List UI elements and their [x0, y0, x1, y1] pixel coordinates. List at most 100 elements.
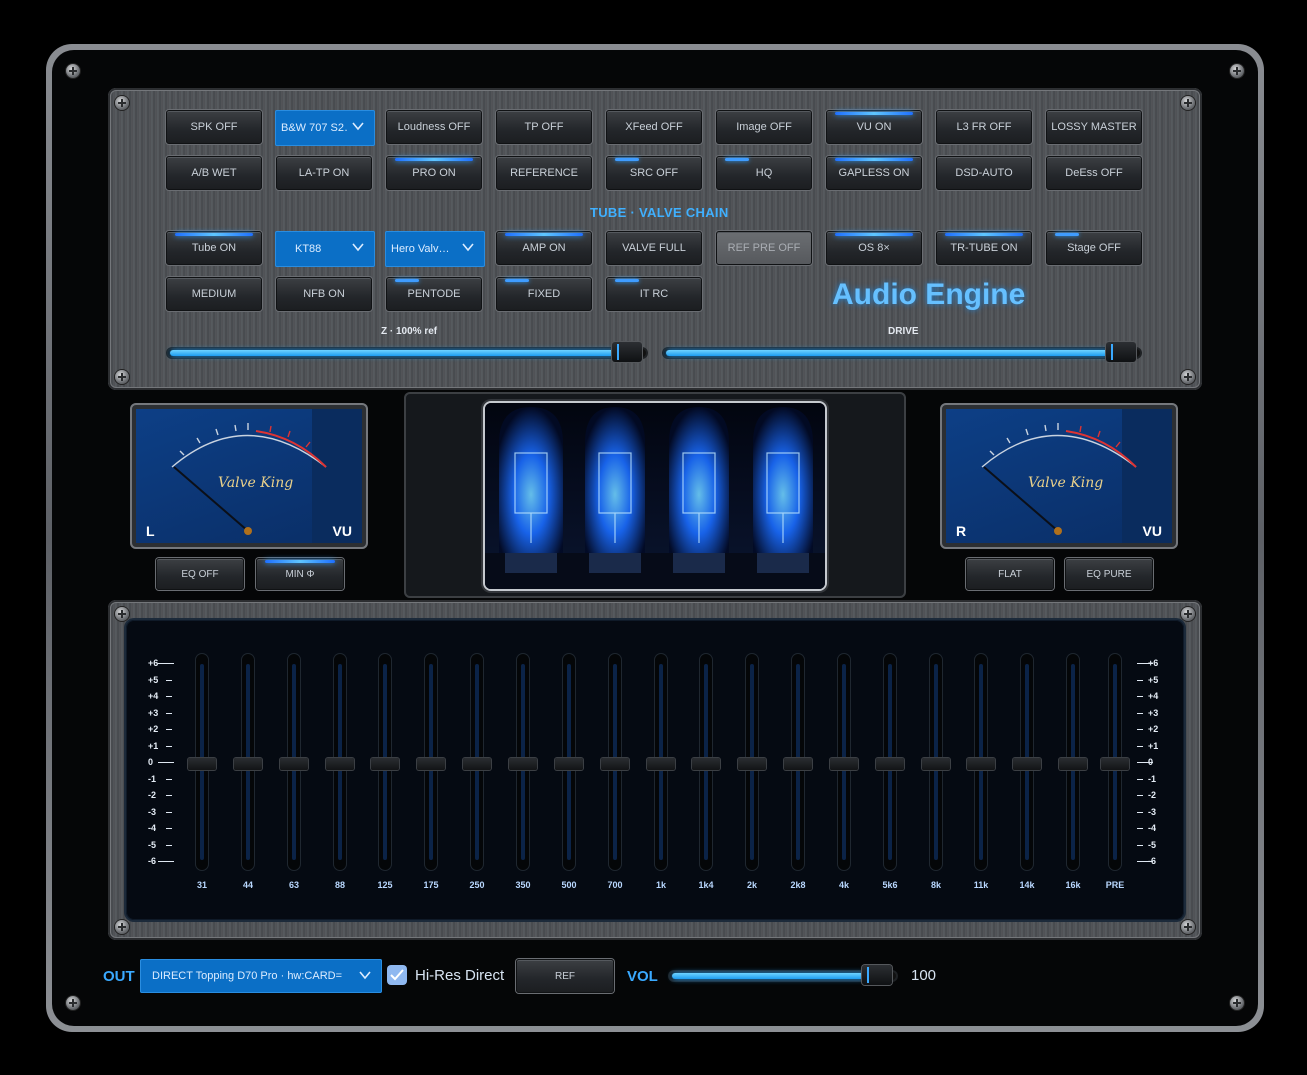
dsd-auto-button[interactable]: DSD-AUTO	[936, 156, 1032, 190]
deess-button[interactable]: DeEss OFF	[1046, 156, 1142, 190]
vu-button[interactable]: VU ON	[826, 110, 922, 144]
eq-band-label: 4k	[838, 880, 849, 890]
lossy-master-button[interactable]: LOSSY MASTER	[1046, 110, 1142, 144]
medium-button[interactable]: MEDIUM	[166, 277, 262, 311]
eq-scale-label: +5	[1148, 674, 1159, 685]
eq-band-label: 44	[242, 880, 253, 890]
eq-fader-handle[interactable]	[371, 758, 399, 770]
eq-fader-handle[interactable]	[1101, 758, 1129, 770]
screw-icon	[1230, 64, 1244, 78]
gapless-button[interactable]: GAPLESS ON	[826, 156, 922, 190]
eq-scale-tick	[1137, 811, 1143, 813]
hires-label: Hi-Res Direct	[415, 967, 505, 984]
eq-fader-handle[interactable]	[784, 758, 812, 770]
amp-button[interactable]: AMP ON	[496, 231, 592, 265]
valve-full-button[interactable]: VALVE FULL	[606, 231, 702, 265]
eq-fader-handle[interactable]	[1059, 758, 1087, 770]
tube-type-select[interactable]: KT88	[275, 231, 375, 267]
z-slider[interactable]	[168, 342, 646, 362]
drive-slider-handle[interactable]	[1106, 342, 1136, 362]
volume-slider-handle[interactable]	[862, 965, 892, 985]
xfeed-button[interactable]: XFeed OFF	[606, 110, 702, 144]
eq-fader-handle[interactable]	[922, 758, 950, 770]
screw-icon	[115, 607, 129, 621]
pentode-button[interactable]: PENTODE	[386, 277, 482, 311]
eq-fader-handle[interactable]	[280, 758, 308, 770]
volume-slider[interactable]	[670, 965, 896, 985]
stage-button[interactable]: Stage OFF	[1046, 231, 1142, 265]
screw-icon	[1181, 607, 1195, 621]
checkmark-icon	[390, 969, 404, 981]
screw-icon	[66, 996, 80, 1010]
eq-band-label: 14k	[1019, 880, 1035, 890]
tube-type-value: KT88	[295, 243, 322, 255]
min-phase-button[interactable]: MIN Φ	[256, 558, 344, 590]
tr-tube-button[interactable]: TR-TUBE ON	[936, 231, 1032, 265]
hires-checkbox[interactable]	[387, 965, 407, 985]
eq-fader-handle[interactable]	[830, 758, 858, 770]
speaker-model-value: B&W 707 S2…	[281, 122, 347, 134]
tube-toggle-button[interactable]: Tube ON	[166, 231, 262, 265]
eq-scale-tick	[1137, 795, 1143, 796]
eq-fader-handle[interactable]	[463, 758, 491, 770]
image-button[interactable]: Image OFF	[716, 110, 812, 144]
eq-band-label: 2k8	[790, 880, 806, 890]
eq-band-label: 88	[334, 880, 345, 890]
nfb-button[interactable]: NFB ON	[276, 277, 372, 311]
l3-fr-button[interactable]: L3 FR OFF	[936, 110, 1032, 144]
tube-display-frame	[404, 392, 906, 598]
eq-scale-tick	[166, 811, 172, 813]
eq-scale-label: -5	[1148, 839, 1157, 850]
eq-scale-label: 0	[148, 757, 154, 767]
eq-fader-handle[interactable]	[738, 758, 766, 770]
eq-fader-handle[interactable]	[692, 758, 720, 770]
output-device-select[interactable]: DIRECT Topping D70 Pro · hw:CARD=	[140, 959, 382, 993]
src-button[interactable]: SRC OFF	[606, 156, 702, 190]
screw-icon	[66, 64, 80, 78]
vu-unit-left: VU	[332, 523, 352, 539]
loudness-button[interactable]: Loudness OFF	[386, 110, 482, 144]
tp-button[interactable]: TP OFF	[496, 110, 592, 144]
flat-button[interactable]: FLAT	[966, 558, 1054, 590]
hq-button[interactable]: HQ	[716, 156, 812, 190]
valve-model-select[interactable]: Hero Valv…	[385, 231, 485, 267]
volume-slider-fill	[672, 973, 866, 979]
eq-fader-handle[interactable]	[188, 758, 216, 770]
eq-fader-handle[interactable]	[234, 758, 262, 770]
eq-fader-handle[interactable]	[876, 758, 904, 770]
eq-toggle-button[interactable]: EQ OFF	[156, 558, 244, 590]
eq-pure-button[interactable]: EQ PURE	[1065, 558, 1153, 590]
pro-button[interactable]: PRO ON	[386, 156, 482, 190]
eq-fader-handle[interactable]	[326, 758, 354, 770]
eq-fader-handle[interactable]	[967, 758, 995, 770]
speaker-model-select[interactable]: B&W 707 S2…	[275, 110, 375, 146]
eq-scale-tick	[166, 712, 172, 714]
eq-fader-handle[interactable]	[601, 758, 629, 770]
it-rc-button[interactable]: IT RC	[606, 277, 702, 311]
brand-title: Audio Engine	[832, 278, 1026, 311]
valve-model-value: Hero Valv…	[391, 243, 450, 255]
eq-scale-label: +2	[1148, 724, 1159, 734]
eq-fader-handle[interactable]	[555, 758, 583, 770]
oversampling-button[interactable]: OS 8×	[826, 231, 922, 265]
ab-wet-button[interactable]: A/B WET	[166, 156, 262, 190]
reference-button[interactable]: REFERENCE	[496, 156, 592, 190]
eq-fader-handle[interactable]	[509, 758, 537, 770]
eq-fader-handle[interactable]	[647, 758, 675, 770]
eq-fader-handle[interactable]	[417, 758, 445, 770]
eq-scale-label: +5	[148, 674, 159, 685]
output-label: OUT	[103, 968, 135, 985]
ref-button[interactable]: REF	[516, 959, 614, 993]
ref-pre-button[interactable]: REF PRE OFF	[716, 231, 812, 265]
volume-value: 100	[911, 967, 937, 984]
eq-band-label: 700	[607, 880, 623, 890]
vu-brand-right: Valve King	[1028, 475, 1104, 491]
la-tp-button[interactable]: LA-TP ON	[276, 156, 372, 190]
drive-slider[interactable]	[664, 342, 1140, 362]
speaker-toggle-button[interactable]: SPK OFF	[166, 110, 262, 144]
z-slider-handle[interactable]	[612, 342, 642, 362]
eq-scale-label: +6	[148, 658, 159, 668]
eq-fader-handle[interactable]	[1013, 758, 1041, 770]
eq-band-label: 350	[515, 880, 531, 890]
fixed-button[interactable]: FIXED	[496, 277, 592, 311]
